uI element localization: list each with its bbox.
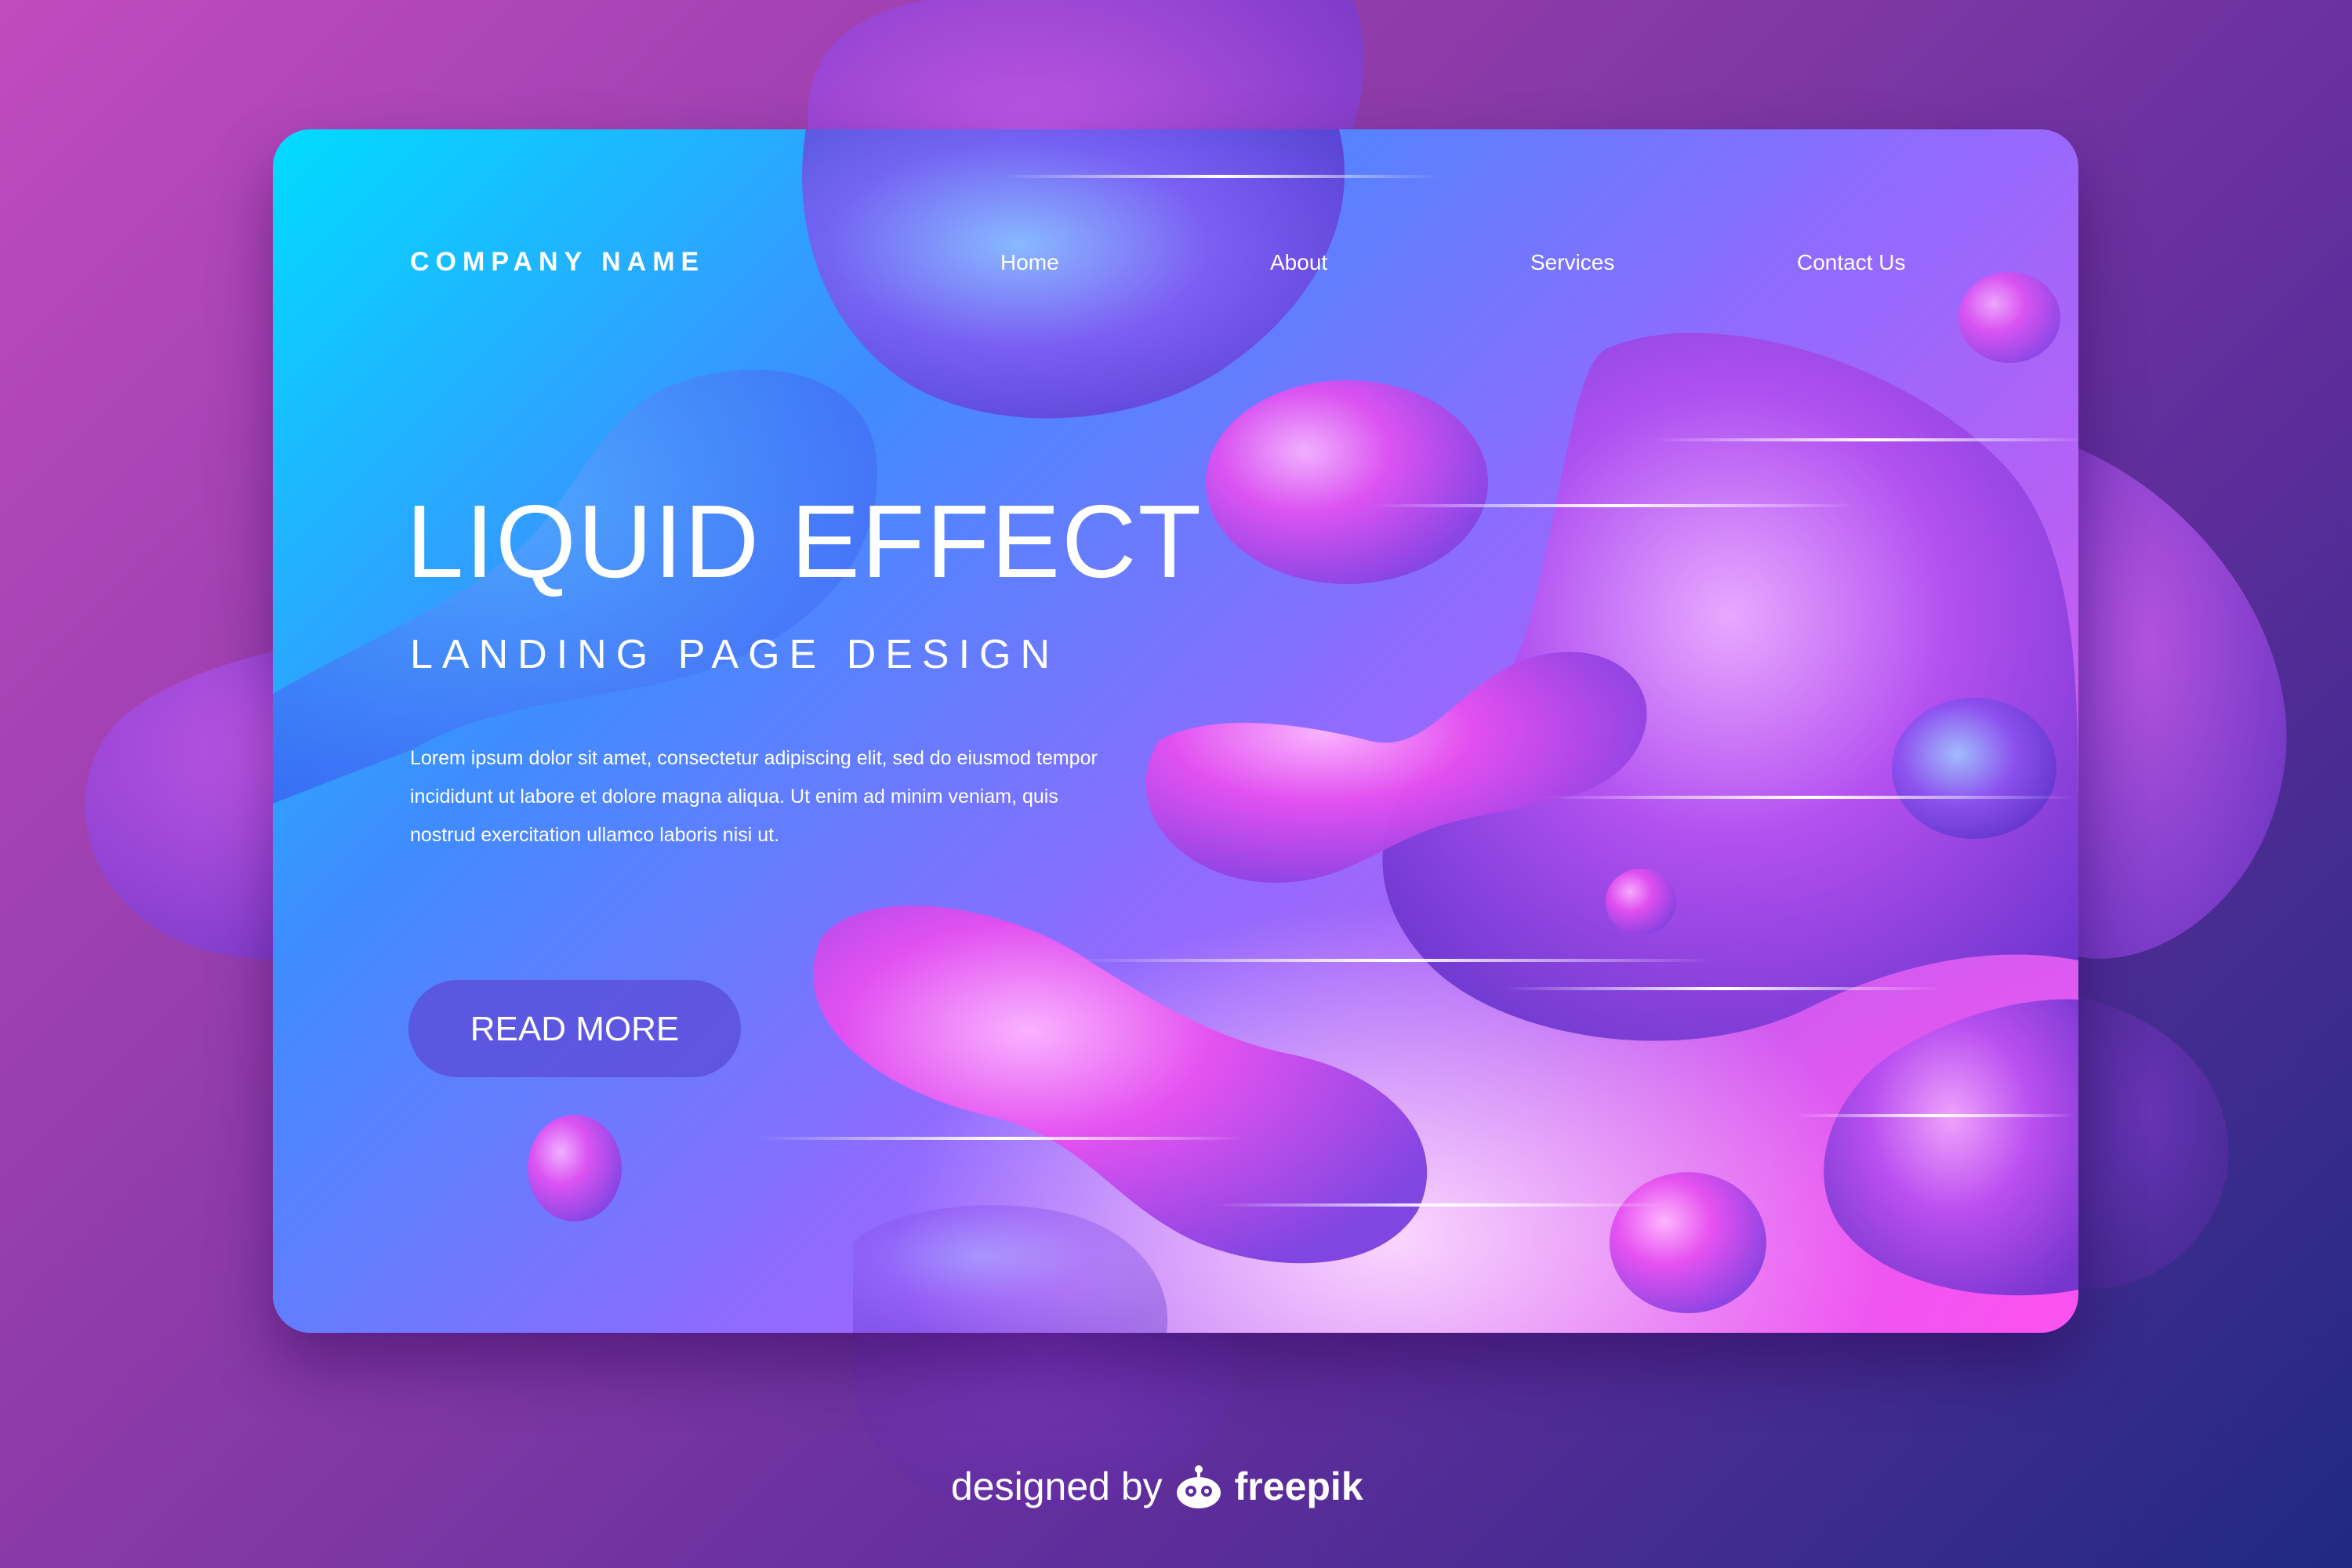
right-lower-blob: [2070, 996, 2229, 1289]
nav-about[interactable]: About: [1270, 250, 1327, 275]
speed-line: [1214, 1203, 1668, 1207]
nav-services[interactable]: Services: [1530, 250, 1614, 275]
hero-subtitle: LANDING PAGE DESIGN: [410, 632, 1060, 677]
credit-brand: freepik: [1234, 1465, 1363, 1508]
speed-line: [1543, 796, 2076, 799]
speed-line: [1370, 504, 1857, 507]
landing-page-card: COMPANY NAME Home About Services Contact…: [273, 129, 2078, 1333]
nav-contact-us[interactable]: Contact Us: [1797, 250, 1906, 275]
liquid-shapes: [273, 129, 2078, 1333]
freepik-robot-icon: [1176, 1465, 1221, 1508]
nav-home[interactable]: Home: [1000, 250, 1059, 275]
speed-line: [1002, 175, 1441, 178]
hero-description: Lorem ipsum dolor sit amet, consectetur …: [410, 747, 1098, 846]
credit-prefix: designed by: [951, 1465, 1163, 1508]
speed-line: [1794, 1114, 2076, 1117]
read-more-button[interactable]: READ MORE: [408, 980, 741, 1077]
speed-line: [759, 1137, 1245, 1140]
company-name: COMPANY NAME: [410, 247, 706, 277]
speed-line: [1073, 959, 1715, 962]
speed-line: [1653, 438, 2078, 441]
speed-line: [1504, 987, 1943, 990]
designer-credit[interactable]: designed by freepik: [951, 1463, 1363, 1510]
right-blob: [2054, 439, 2287, 959]
hero-title: LIQUID EFFECT: [406, 484, 1203, 599]
top-navigation: COMPANY NAME Home About Services Contact…: [273, 247, 2078, 278]
